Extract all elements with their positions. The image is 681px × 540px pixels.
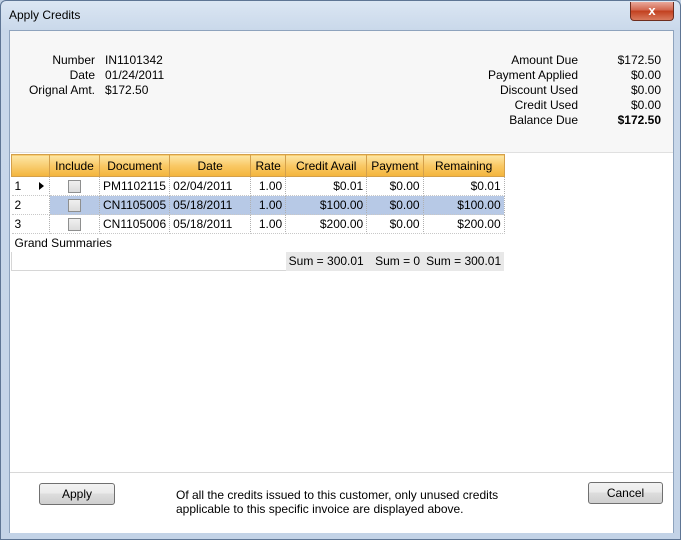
payment-cell[interactable]: $0.00 (366, 195, 424, 215)
number-value: IN1101342 (105, 53, 163, 67)
original-amount-value: $172.50 (105, 83, 149, 97)
dialog-footer: Apply Of all the credits issued to this … (10, 472, 673, 533)
close-icon: x (648, 3, 656, 18)
date-value: 01/24/2011 (105, 68, 165, 82)
credit-used-value: $0.00 (630, 98, 661, 112)
balance-due-label: Balance Due (509, 113, 578, 127)
grid-header-row: Include Document Date Rate Credit Avail … (11, 154, 505, 177)
invoice-header: Number IN1101342 Date 01/24/2011 Orignal… (10, 31, 673, 153)
table-row[interactable]: 1 PM1102115 02/04/2011 1.00 $0.01 $0.00 … (11, 176, 505, 196)
document-cell: PM1102115 (99, 176, 171, 196)
footer-note-line-1: Of all the credits issued to this custom… (176, 488, 499, 502)
footer-note: Of all the credits issued to this custom… (176, 488, 536, 516)
credit-avail-cell: $100.00 (285, 195, 368, 215)
rate-cell: 1.00 (250, 176, 287, 196)
include-checkbox[interactable] (68, 198, 81, 212)
column-header-include[interactable]: Include (49, 154, 100, 177)
remaining-cell: $0.01 (423, 176, 505, 196)
document-cell: CN1105005 (99, 195, 171, 215)
payment-applied-label: Payment Applied (487, 68, 578, 82)
column-header-payment[interactable]: Payment (366, 154, 424, 177)
window-title: Apply Credits (9, 8, 81, 22)
original-amount-label: Orignal Amt. (28, 83, 95, 97)
cancel-button[interactable]: Cancel (588, 482, 663, 504)
date-cell: 05/18/2011 (169, 214, 252, 234)
date-label: Date (69, 68, 95, 82)
grand-summaries-label: Grand Summaries (14, 236, 112, 250)
sums-row: Sum = 300.01 Sum = 0 Sum = 300.01 (10, 252, 505, 271)
remaining-cell: $100.00 (423, 195, 505, 215)
amount-due-value: $172.50 (617, 53, 661, 67)
remaining-sum: Sum = 300.01 (423, 252, 505, 271)
column-header-rate[interactable]: Rate (250, 154, 287, 177)
include-checkbox[interactable] (68, 217, 81, 231)
column-header-credit-avail[interactable]: Credit Avail (285, 154, 368, 177)
grid-corner (11, 154, 50, 177)
footer-note-line-2: applicable to this specific invoice are … (176, 502, 464, 516)
sums-spacer (10, 252, 286, 271)
credit-avail-cell: $200.00 (285, 214, 368, 234)
balance-due-value: $172.50 (617, 113, 661, 127)
remaining-cell: $200.00 (423, 214, 505, 234)
row-number: 2 (11, 195, 50, 215)
include-cell[interactable] (49, 176, 100, 196)
payment-cell[interactable]: $0.00 (366, 214, 424, 234)
payment-cell[interactable]: $0.00 (366, 176, 424, 196)
column-header-remaining[interactable]: Remaining (422, 154, 505, 177)
row-number-text: 3 (14, 217, 22, 231)
discount-used-value: $0.00 (630, 83, 661, 97)
rate-cell: 1.00 (250, 214, 287, 234)
close-button[interactable]: x (630, 2, 674, 21)
current-row-arrow-icon (38, 182, 44, 190)
rate-cell: 1.00 (250, 195, 287, 215)
column-header-date[interactable]: Date (169, 154, 252, 177)
row-number-text: 1 (14, 179, 22, 193)
payment-sum: Sum = 0 (366, 252, 424, 271)
number-label: Number (52, 53, 95, 67)
include-cell[interactable] (49, 195, 100, 215)
row-number-text: 2 (14, 198, 22, 212)
document-cell: CN1105006 (99, 214, 171, 234)
apply-credits-window: Apply Credits x Number IN1101342 Date 01… (0, 0, 681, 540)
credit-avail-cell: $0.01 (285, 176, 368, 196)
row-number: 3 (11, 214, 50, 234)
discount-used-label: Discount Used (499, 83, 578, 97)
date-cell: 05/18/2011 (169, 195, 252, 215)
title-bar[interactable]: Apply Credits x (1, 1, 680, 30)
grand-summaries-row: Grand Summaries (12, 234, 505, 253)
credit-used-label: Credit Used (514, 98, 578, 112)
row-number: 1 (11, 176, 50, 196)
apply-button[interactable]: Apply (39, 483, 115, 505)
amount-due-label: Amount Due (511, 53, 578, 67)
payment-applied-value: $0.00 (630, 68, 661, 82)
credit-avail-sum: Sum = 300.01 (285, 252, 367, 271)
table-row[interactable]: 2 CN1105005 05/18/2011 1.00 $100.00 $0.0… (11, 195, 505, 215)
date-cell: 02/04/2011 (169, 176, 252, 196)
include-checkbox[interactable] (68, 179, 81, 193)
credits-grid: Include Document Date Rate Credit Avail … (10, 154, 505, 271)
dialog-body: Number IN1101342 Date 01/24/2011 Orignal… (9, 30, 674, 533)
table-row[interactable]: 3 CN1105006 05/18/2011 1.00 $200.00 $0.0… (11, 214, 505, 234)
include-cell[interactable] (49, 214, 100, 234)
column-header-document[interactable]: Document (98, 154, 171, 177)
